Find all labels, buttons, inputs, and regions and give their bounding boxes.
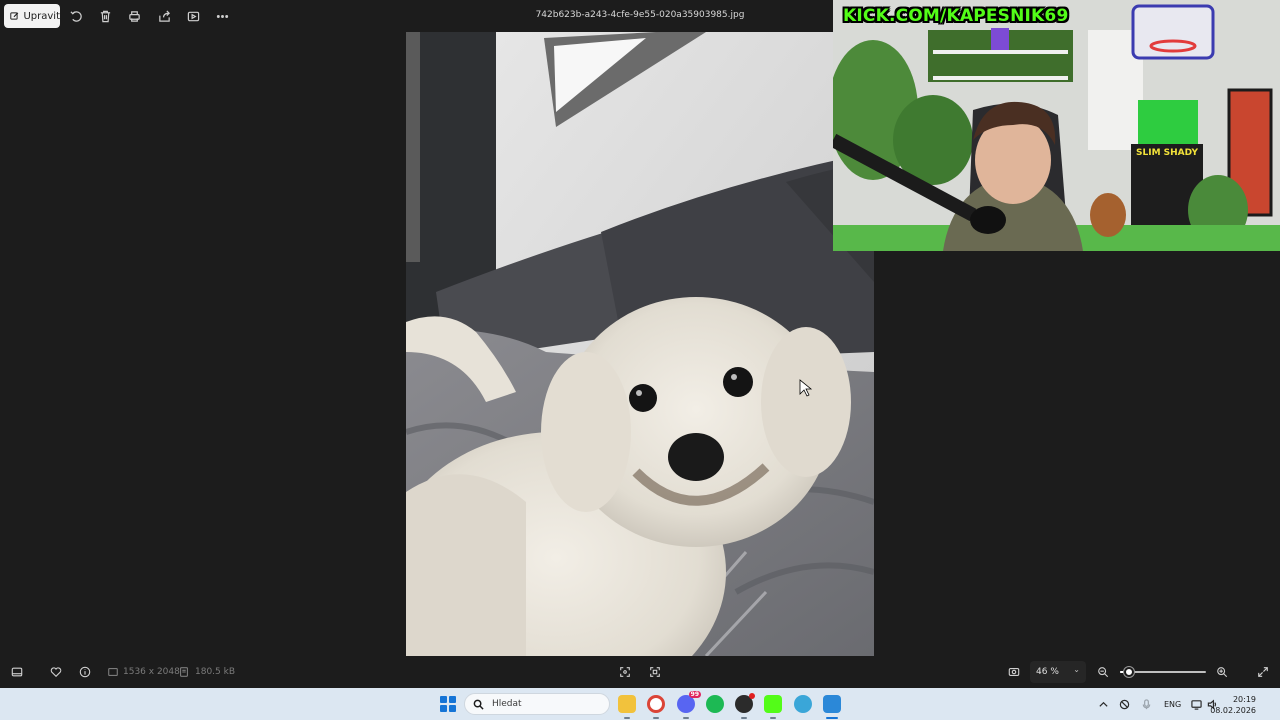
image-dimensions: 1536 x 2048 [123, 667, 180, 677]
zoom-level-dropdown[interactable]: 46 % ⌄ [1030, 661, 1086, 683]
zoom-slider-thumb[interactable] [1123, 667, 1134, 677]
microphone-icon[interactable] [1140, 698, 1152, 710]
zoom-slider[interactable] [1120, 667, 1206, 677]
taskbar-search[interactable]: Hledat [464, 693, 610, 715]
spotify-icon[interactable] [706, 695, 724, 713]
display-icon[interactable] [1190, 698, 1202, 710]
filmstrip-icon[interactable] [10, 665, 24, 679]
screenshot-icon[interactable] [1007, 665, 1021, 679]
running-indicator [683, 717, 689, 719]
windows-logo-pane [449, 696, 456, 703]
slideshow-icon[interactable] [185, 8, 201, 24]
info-icon[interactable] [78, 665, 92, 679]
filesize-icon [177, 665, 191, 679]
webcam-overlay: KICK.COM/KAPESNIK69 SLIM SHADY [833, 0, 1280, 251]
language-indicator[interactable]: ENG [1164, 700, 1181, 709]
search-placeholder: Hledat [492, 699, 522, 709]
photos-icon[interactable] [823, 695, 841, 713]
discord-badge: 99 [688, 691, 701, 698]
clock-time: 20:19 [1232, 695, 1256, 704]
poster-label: SLIM SHADY [1136, 148, 1198, 158]
system-clock[interactable]: 20:19 08.02.2026 [1210, 694, 1256, 716]
chrome-icon[interactable] [647, 695, 665, 713]
chevron-up-icon[interactable] [1097, 698, 1109, 710]
zoom-level-value: 46 % [1036, 667, 1059, 677]
share-icon[interactable] [156, 8, 172, 24]
kick-icon[interactable] [764, 695, 782, 713]
edit-button-label: Upravit [23, 10, 60, 22]
file-size: 180.5 kB [195, 667, 236, 677]
network-off-icon[interactable] [1118, 698, 1130, 710]
running-indicator [770, 717, 776, 719]
running-indicator [741, 717, 747, 719]
windows-logo-icon [440, 696, 447, 703]
kick-channel-label: KICK.COM/KAPESNIK69 [843, 6, 1069, 26]
windows-logo-pane [440, 705, 447, 712]
zoom-in-icon[interactable] [1215, 665, 1229, 679]
photo-canvas[interactable] [406, 32, 874, 656]
rotate-icon[interactable] [68, 8, 84, 24]
chevron-down-icon: ⌄ [1073, 665, 1080, 674]
edit-button[interactable]: Upravit [4, 4, 60, 28]
clock-date: 08.02.2026 [1210, 706, 1256, 715]
edit-icon [10, 12, 19, 20]
actual-size-icon[interactable] [648, 665, 662, 679]
delete-icon[interactable] [97, 8, 113, 24]
bottom-toolbar: 1536 x 2048 180.5 kB 46 % ⌄ [0, 656, 1280, 688]
recording-dot-icon [749, 693, 755, 699]
fullscreen-icon[interactable] [1256, 665, 1270, 679]
running-indicator [624, 717, 630, 719]
file-name: 742b623b-a243-4cfe-9e55-020a35903985.jpg [535, 10, 745, 20]
active-app-indicator [826, 717, 838, 719]
fit-to-window-icon[interactable] [618, 665, 632, 679]
edge-icon[interactable] [794, 695, 812, 713]
windows-taskbar: Hledat 99 ENG 20:19 08.02.2026 [0, 688, 1280, 720]
zoom-out-icon[interactable] [1096, 665, 1110, 679]
more-icon[interactable] [214, 8, 230, 24]
discord-icon[interactable]: 99 [677, 691, 701, 713]
search-icon [473, 699, 484, 710]
print-icon[interactable] [126, 8, 142, 24]
running-indicator [653, 717, 659, 719]
streamer-camera-image [833, 0, 1280, 251]
dimensions-icon [106, 665, 120, 679]
windows-logo-pane [449, 705, 456, 712]
obs-icon[interactable] [735, 693, 755, 713]
file-explorer-icon[interactable] [618, 695, 636, 713]
dog-photo [406, 32, 874, 656]
favorite-icon[interactable] [49, 665, 63, 679]
start-button[interactable] [440, 696, 456, 712]
